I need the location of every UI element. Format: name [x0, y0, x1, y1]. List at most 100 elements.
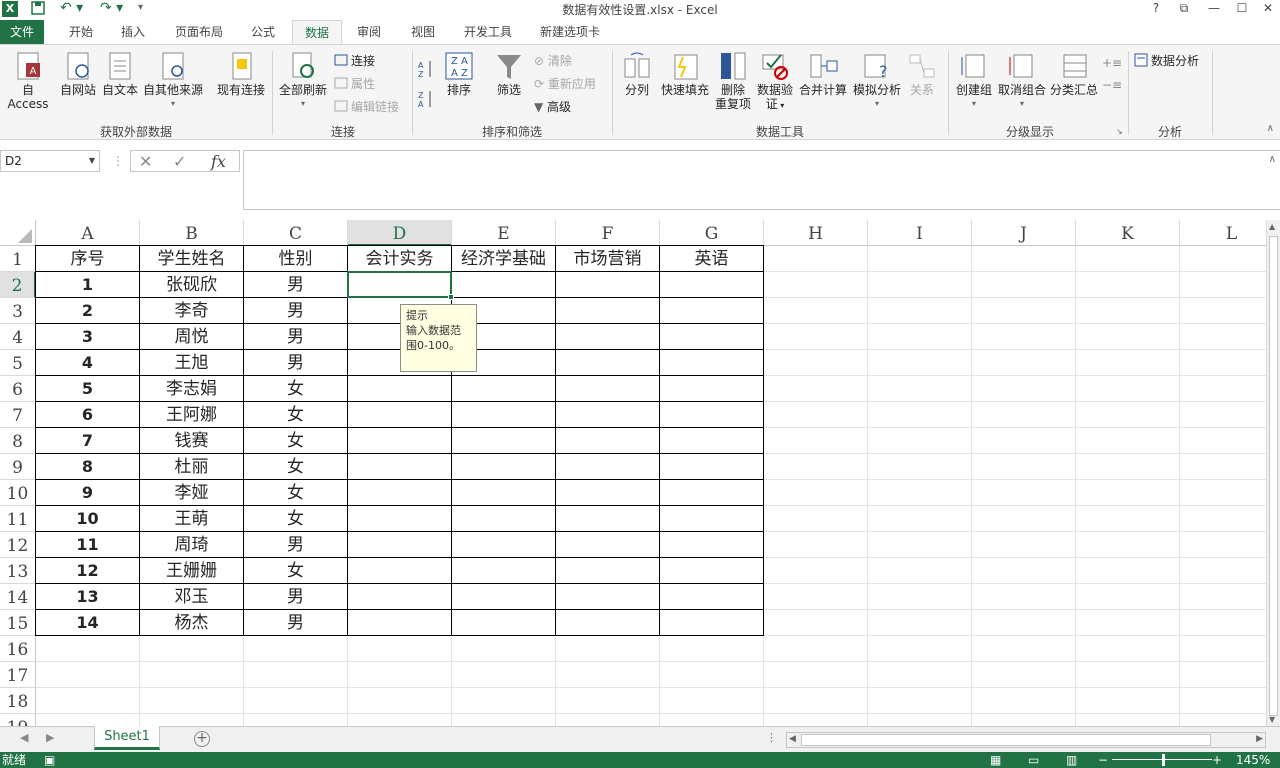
cell[interactable] [244, 662, 348, 688]
cell[interactable] [452, 636, 556, 662]
row-header[interactable]: 6 [0, 376, 36, 402]
cell[interactable] [348, 662, 452, 688]
from-web-button[interactable]: 自网站 [58, 51, 98, 97]
cell[interactable] [868, 272, 972, 298]
cell[interactable] [868, 532, 972, 558]
cell[interactable] [764, 636, 868, 662]
cell[interactable] [972, 714, 1076, 726]
cell[interactable] [1076, 662, 1180, 688]
cell[interactable] [1076, 584, 1180, 610]
cell[interactable] [868, 454, 972, 480]
cell[interactable] [868, 636, 972, 662]
scroll-right-icon[interactable]: ▶ [1256, 734, 1263, 744]
cell[interactable] [244, 688, 348, 714]
cell[interactable] [1076, 324, 1180, 350]
column-header[interactable]: C [244, 220, 348, 246]
cell[interactable] [972, 272, 1076, 298]
from-other-sources-button[interactable]: 自其他来源 ▾ [142, 51, 204, 111]
cell[interactable] [868, 558, 972, 584]
cell[interactable] [868, 350, 972, 376]
active-cell-selection[interactable] [347, 271, 454, 300]
cancel-icon[interactable]: ✕ [139, 152, 152, 171]
column-header[interactable]: D [348, 220, 452, 246]
cell[interactable] [36, 688, 140, 714]
cell[interactable] [556, 636, 660, 662]
column-header[interactable]: F [556, 220, 660, 246]
ribbon-display-button[interactable]: ⧉ [1170, 0, 1198, 18]
cell[interactable] [36, 714, 140, 726]
column-header[interactable]: E [452, 220, 556, 246]
flash-fill-button[interactable]: 快速填充 [660, 51, 710, 97]
existing-connections-button[interactable]: 现有连接 [214, 51, 268, 97]
cell[interactable] [1180, 402, 1266, 428]
cell[interactable] [1076, 246, 1180, 272]
cell[interactable] [1180, 454, 1266, 480]
tab-data[interactable]: 数据 [292, 20, 342, 44]
row-header[interactable]: 10 [0, 480, 36, 506]
cell[interactable] [660, 688, 764, 714]
collapse-ribbon-icon[interactable]: ∧ [1267, 123, 1274, 134]
cell[interactable] [972, 376, 1076, 402]
sort-button[interactable]: Z AA Z 排序 [440, 51, 478, 97]
dialog-launcher-icon[interactable]: ↘ [1116, 127, 1123, 136]
cell[interactable] [1180, 480, 1266, 506]
column-header[interactable]: G [660, 220, 764, 246]
tab-page-layout[interactable]: 页面布局 [168, 20, 230, 44]
add-sheet-icon[interactable]: + [194, 731, 210, 747]
normal-view-icon[interactable]: ▦ [990, 753, 1001, 767]
horizontal-scroll-thumb[interactable] [801, 734, 1211, 746]
cell[interactable] [660, 636, 764, 662]
sort-za-icon[interactable]: ZA [418, 89, 434, 109]
cell[interactable] [1076, 714, 1180, 726]
row-header[interactable]: 7 [0, 402, 36, 428]
formula-input[interactable] [243, 150, 1280, 210]
cell[interactable] [868, 714, 972, 726]
text-to-columns-button[interactable]: 分列 [618, 51, 656, 97]
cell[interactable] [764, 376, 868, 402]
enter-icon[interactable]: ✓ [173, 152, 186, 171]
chevron-down-icon[interactable]: ▼ [89, 151, 95, 171]
vertical-scrollbar[interactable]: ▲ ▼ [1266, 220, 1280, 726]
cell[interactable] [1180, 714, 1266, 726]
cell[interactable] [972, 428, 1076, 454]
page-break-view-icon[interactable]: ▥ [1066, 753, 1077, 767]
row-header[interactable]: 1 [0, 246, 36, 272]
cell[interactable] [868, 376, 972, 402]
sheet-tab-sheet1[interactable]: Sheet1 [94, 726, 160, 750]
cell[interactable] [764, 662, 868, 688]
cell[interactable] [868, 584, 972, 610]
tab-new[interactable]: 新建选项卡 [530, 20, 610, 44]
cell[interactable] [36, 662, 140, 688]
cell[interactable] [868, 402, 972, 428]
worksheet-grid[interactable]: ABCDEFGHIJKL 1 2 3 4 5 6 7 8 9 10 11 12 13 14 15 16 17 18… [0, 220, 1266, 726]
name-box[interactable]: D2 ▼ [0, 150, 100, 172]
column-header[interactable]: L [1180, 220, 1266, 246]
cell[interactable] [1180, 506, 1266, 532]
insert-function-icon[interactable]: fx [211, 152, 226, 171]
vertical-scroll-thumb[interactable] [1269, 236, 1278, 716]
row-header[interactable]: 8 [0, 428, 36, 454]
row-header[interactable]: 16 [0, 636, 36, 662]
cell[interactable] [1180, 246, 1266, 272]
cell[interactable] [972, 350, 1076, 376]
cell[interactable] [764, 246, 868, 272]
cell[interactable] [452, 662, 556, 688]
cell[interactable] [36, 636, 140, 662]
cell[interactable] [452, 688, 556, 714]
cell[interactable] [1076, 272, 1180, 298]
prev-sheet-icon[interactable]: ◀ [20, 731, 28, 744]
cell[interactable] [764, 350, 868, 376]
cell[interactable] [348, 636, 452, 662]
cell[interactable] [764, 688, 868, 714]
ungroup-button[interactable]: 取消组合 ▾ [996, 51, 1048, 111]
row-header[interactable]: 14 [0, 584, 36, 610]
cell[interactable] [1180, 376, 1266, 402]
cell[interactable] [764, 324, 868, 350]
cell[interactable] [764, 402, 868, 428]
zoom-slider-thumb[interactable] [1162, 754, 1165, 766]
cell[interactable] [972, 298, 1076, 324]
scroll-up-icon[interactable]: ▲ [1269, 222, 1275, 231]
tab-home[interactable]: 开始 [58, 20, 104, 44]
cell[interactable] [1180, 298, 1266, 324]
close-button[interactable]: ✕ [1254, 0, 1280, 18]
